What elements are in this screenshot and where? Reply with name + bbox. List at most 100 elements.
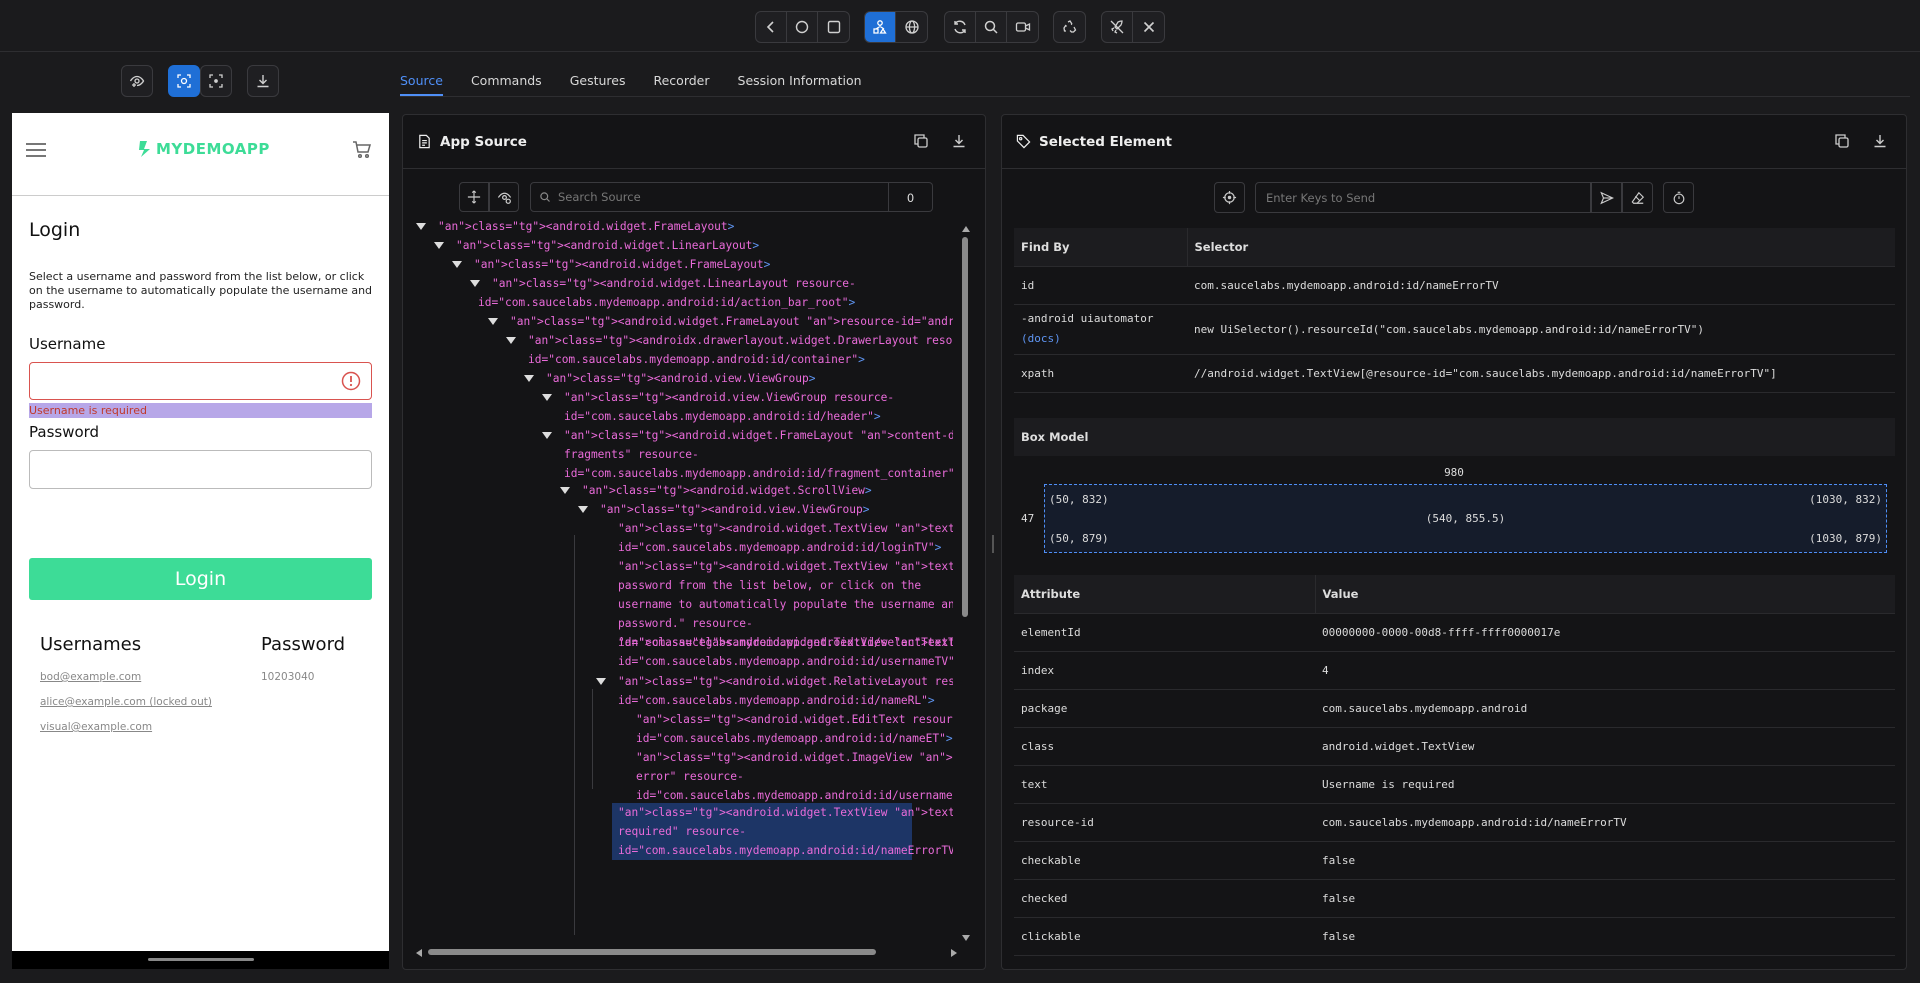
tree-node[interactable]: "an">class="tg"><android.widget.ImageVie… (636, 748, 953, 805)
scroll-right-icon[interactable] (951, 949, 957, 957)
copy-icon[interactable] (1834, 133, 1850, 149)
user-link-visual[interactable]: visual@example.com (40, 721, 152, 733)
eye-plus-icon[interactable] (121, 65, 153, 97)
crop-icon[interactable] (200, 65, 232, 97)
expand-toggle-icon[interactable] (596, 678, 606, 685)
attribute-value-cell[interactable]: Username is required (1315, 765, 1895, 804)
user-link-alice[interactable]: alice@example.com (locked out) (40, 696, 212, 708)
hamburger-menu-icon[interactable] (26, 143, 46, 157)
tree-node[interactable]: "an">class="tg"><android.widget.Relative… (618, 672, 953, 710)
clear-button[interactable] (1622, 182, 1653, 213)
recycle-icon[interactable] (1054, 12, 1085, 42)
attribute-value-cell[interactable]: 00000000-0000-00d8-ffff-ffff0000017e (1315, 613, 1895, 652)
tab-source[interactable]: Source (400, 60, 443, 96)
expand-toggle-icon[interactable] (542, 394, 552, 401)
tree-node[interactable]: "an">class="tg"><androidx.drawerlayout.w… (528, 331, 953, 369)
scroll-down-icon[interactable] (962, 935, 970, 941)
selector-cell[interactable]: new UiSelector().resourceId("com.saucela… (1187, 304, 1895, 355)
tree-node[interactable]: "an">class="tg"><android.widget.LinearLa… (456, 236, 759, 255)
tree-node[interactable]: "an">class="tg"><android.widget.FrameLay… (564, 426, 953, 483)
close-icon[interactable] (1133, 12, 1164, 42)
tree-node[interactable]: "an">class="tg"><android.widget.ScrollVi… (582, 481, 872, 500)
tap-element-button[interactable] (1214, 182, 1245, 213)
copy-icon[interactable] (913, 133, 929, 149)
globe-icon[interactable] (896, 12, 927, 42)
select-icon[interactable] (168, 65, 200, 97)
cart-icon[interactable] (352, 141, 372, 159)
vertical-scroll-thumb[interactable] (962, 237, 968, 617)
download-icon[interactable] (1872, 133, 1888, 149)
send-keys-button[interactable] (1591, 182, 1622, 213)
tab-commands[interactable]: Commands (471, 60, 542, 96)
expand-toggle-icon[interactable] (488, 318, 498, 325)
table-row[interactable]: -android uiautomator (docs) new UiSelector… (1014, 304, 1895, 355)
record-icon[interactable] (1007, 12, 1038, 42)
attribute-value-cell[interactable]: false (1315, 841, 1895, 880)
password-field[interactable] (29, 450, 372, 489)
download-icon[interactable] (951, 133, 967, 149)
tree-node[interactable]: "an">class="tg"><android.widget.FrameLay… (438, 217, 734, 236)
expand-toggle-icon[interactable] (524, 375, 534, 382)
device-screenshot[interactable]: MYDEMOAPP Login Select a username and pa… (12, 113, 389, 951)
expand-toggle-icon[interactable] (470, 280, 480, 287)
attribute-value-cell[interactable]: com.saucelabs.mydemoapp.android:id/nameE… (1315, 803, 1895, 842)
expand-all-button[interactable] (459, 182, 489, 212)
panel-resize-handle[interactable] (992, 535, 994, 553)
expand-toggle-icon[interactable] (506, 337, 516, 344)
attribute-value-cell[interactable]: 4 (1315, 651, 1895, 690)
login-button[interactable]: Login (29, 558, 372, 600)
expand-toggle-icon[interactable] (578, 506, 588, 513)
attribute-value-cell[interactable]: android.widget.TextView (1315, 727, 1895, 766)
tab-session-information[interactable]: Session Information (738, 60, 862, 96)
table-row[interactable]: index 4 (1014, 651, 1895, 690)
table-row[interactable]: elementId 00000000-0000-00d8-ffff-ffff000… (1014, 613, 1895, 652)
expand-toggle-icon[interactable] (416, 223, 426, 230)
expand-toggle-icon[interactable] (434, 242, 444, 249)
selector-cell[interactable]: //android.widget.TextView[@resource-id="… (1187, 354, 1895, 393)
tree-node[interactable]: "an">class="tg"><android.widget.LinearLa… (478, 274, 856, 312)
tree-node[interactable]: "an">class="tg"><android.widget.TextView… (612, 803, 953, 860)
tree-node[interactable]: "an">class="tg"><android.view.ViewGroup> (546, 369, 815, 388)
tree-node[interactable]: "an">class="tg"><android.view.ViewGroup … (564, 388, 894, 426)
tree-node[interactable]: "an">class="tg"><android.widget.EditText… (636, 710, 953, 748)
home-indicator[interactable] (148, 958, 254, 961)
send-keys-input[interactable]: Enter Keys to Send (1255, 182, 1591, 213)
table-row[interactable]: xpath//android.widget.TextView[@resource… (1014, 354, 1895, 393)
search-icon[interactable] (976, 12, 1007, 42)
tree-node[interactable]: "an">class="tg"><android.widget.TextView… (618, 519, 953, 557)
get-timing-button[interactable] (1663, 182, 1694, 213)
rocket-off-icon[interactable] (1102, 12, 1133, 42)
square-overview-icon[interactable] (818, 12, 849, 42)
attribute-value-cell[interactable]: com.saucelabs.mydemoapp.android (1315, 689, 1895, 728)
attribute-value-cell[interactable]: false (1315, 917, 1895, 956)
tab-recorder[interactable]: Recorder (653, 60, 709, 96)
vertical-scrollbar[interactable] (960, 223, 970, 945)
horizontal-scroll-thumb[interactable] (428, 949, 876, 955)
toggle-attributes-button[interactable] (489, 182, 519, 212)
circle-home-icon[interactable] (787, 12, 818, 42)
table-row[interactable]: checkable false (1014, 841, 1895, 880)
chevron-left-icon[interactable] (756, 12, 787, 42)
refresh-icon[interactable] (945, 12, 976, 42)
tree-node[interactable]: "an">class="tg"><android.widget.FrameLay… (510, 312, 953, 331)
user-link-bod[interactable]: bod@example.com (40, 671, 141, 683)
tree-node[interactable]: "an">class="tg"><android.view.ViewGroup> (600, 500, 869, 519)
tree-node[interactable]: "an">class="tg"><android.widget.FrameLay… (474, 255, 770, 274)
scroll-up-icon[interactable] (962, 226, 970, 232)
horizontal-scrollbar[interactable] (416, 947, 966, 957)
expand-toggle-icon[interactable] (560, 487, 570, 494)
username-field[interactable] (29, 362, 372, 400)
tab-gestures[interactable]: Gestures (570, 60, 626, 96)
table-row[interactable]: package com.saucelabs.mydemoapp.android (1014, 689, 1895, 728)
select-element-icon[interactable] (865, 12, 896, 42)
expand-toggle-icon[interactable] (542, 432, 552, 439)
scroll-left-icon[interactable] (416, 949, 422, 957)
docs-link[interactable]: (docs) (1021, 329, 1180, 349)
download-icon[interactable] (247, 65, 279, 97)
expand-toggle-icon[interactable] (452, 261, 462, 268)
table-row[interactable]: class android.widget.TextView (1014, 727, 1895, 766)
source-tree[interactable]: "an">class="tg"><android.widget.FrameLay… (413, 217, 953, 937)
attribute-value-cell[interactable]: false (1315, 879, 1895, 918)
selector-cell[interactable]: com.saucelabs.mydemoapp.android:id/nameE… (1187, 266, 1895, 305)
table-row[interactable]: clickable false (1014, 917, 1895, 956)
